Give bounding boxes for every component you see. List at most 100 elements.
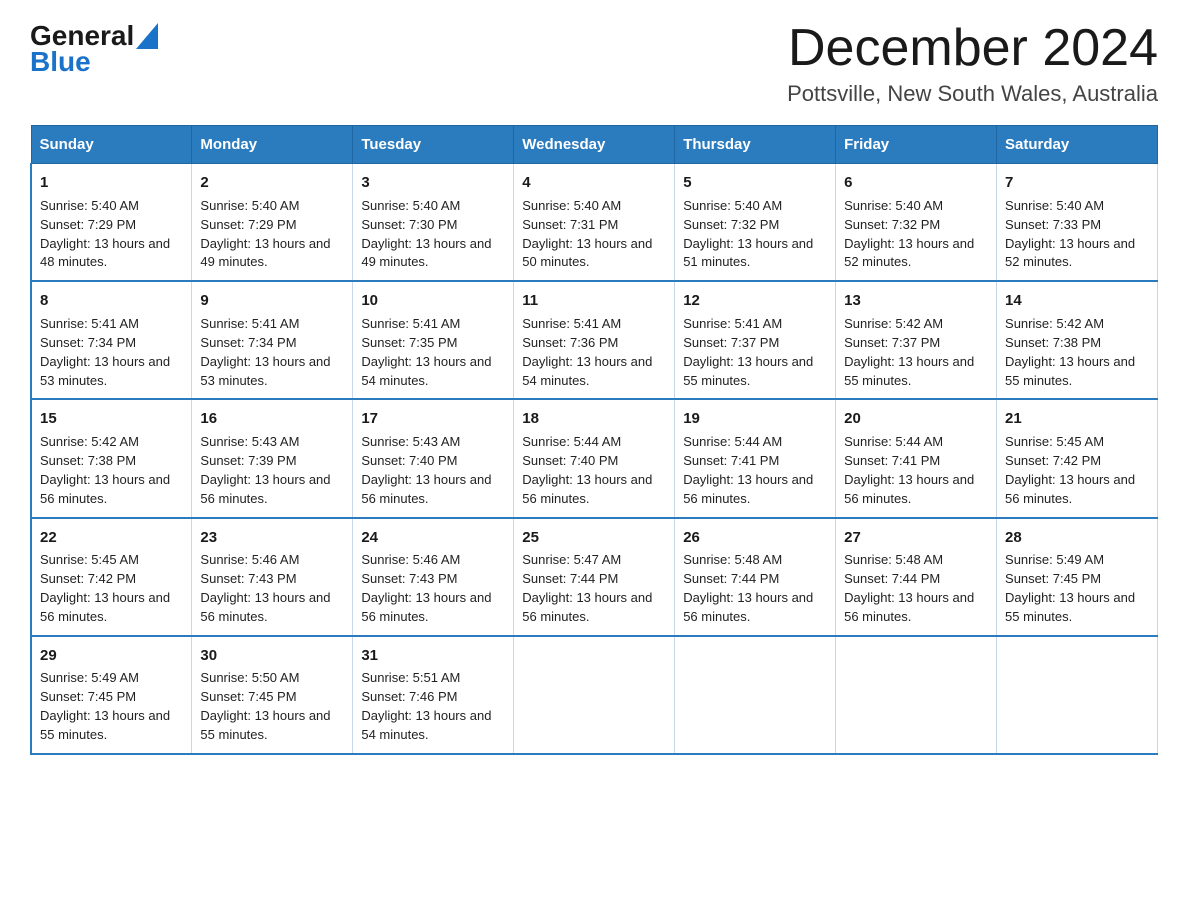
sunrise-text: Sunrise: 5:51 AM — [361, 670, 460, 685]
calendar-cell: 4Sunrise: 5:40 AMSunset: 7:31 PMDaylight… — [514, 164, 675, 282]
calendar-cell: 26Sunrise: 5:48 AMSunset: 7:44 PMDayligh… — [675, 518, 836, 636]
calendar-cell: 5Sunrise: 5:40 AMSunset: 7:32 PMDaylight… — [675, 164, 836, 282]
sunrise-text: Sunrise: 5:44 AM — [522, 434, 621, 449]
calendar-cell: 1Sunrise: 5:40 AMSunset: 7:29 PMDaylight… — [31, 164, 192, 282]
daylight-text: Daylight: 13 hours and 56 minutes. — [361, 472, 491, 506]
sunset-text: Sunset: 7:30 PM — [361, 217, 457, 232]
logo: General Blue — [30, 20, 158, 78]
day-number: 31 — [361, 645, 505, 667]
sunrise-text: Sunrise: 5:41 AM — [40, 316, 139, 331]
sunset-text: Sunset: 7:34 PM — [200, 335, 296, 350]
calendar-cell: 17Sunrise: 5:43 AMSunset: 7:40 PMDayligh… — [353, 399, 514, 517]
sunrise-text: Sunrise: 5:40 AM — [361, 198, 460, 213]
daylight-text: Daylight: 13 hours and 56 minutes. — [1005, 472, 1135, 506]
calendar-cell: 29 Sunrise: 5:49 AM Sunset: 7:45 PM Dayligh… — [31, 636, 192, 754]
day-number: 19 — [683, 408, 827, 430]
daylight-text: Daylight: 13 hours and 49 minutes. — [200, 236, 330, 270]
daylight-text: Daylight: 13 hours and 56 minutes. — [683, 472, 813, 506]
sunset-text: Sunset: 7:44 PM — [522, 571, 618, 586]
day-number: 21 — [1005, 408, 1149, 430]
sunrise-text: Sunrise: 5:49 AM — [40, 670, 139, 685]
calendar-cell — [836, 636, 997, 754]
sunrise-text: Sunrise: 5:41 AM — [361, 316, 460, 331]
sunrise-text: Sunrise: 5:43 AM — [200, 434, 299, 449]
daylight-text: Daylight: 13 hours and 55 minutes. — [683, 354, 813, 388]
day-number: 29 — [40, 645, 183, 667]
sunset-text: Sunset: 7:39 PM — [200, 453, 296, 468]
day-number: 5 — [683, 172, 827, 194]
title-block: December 2024 Pottsville, New South Wale… — [787, 20, 1158, 107]
sunset-text: Sunset: 7:38 PM — [40, 453, 136, 468]
day-number: 12 — [683, 290, 827, 312]
day-number: 30 — [200, 645, 344, 667]
day-number: 26 — [683, 527, 827, 549]
day-number: 28 — [1005, 527, 1149, 549]
calendar-cell: 28Sunrise: 5:49 AMSunset: 7:45 PMDayligh… — [997, 518, 1158, 636]
page-subtitle: Pottsville, New South Wales, Australia — [787, 81, 1158, 107]
calendar-cell: 2Sunrise: 5:40 AMSunset: 7:29 PMDaylight… — [192, 164, 353, 282]
calendar-cell: 16 Sunrise: 5:43 AM Sunset: 7:39 PM Dayligh… — [192, 399, 353, 517]
day-number: 2 — [200, 172, 344, 194]
calendar-cell: 7Sunrise: 5:40 AMSunset: 7:33 PMDaylight… — [997, 164, 1158, 282]
day-number: 11 — [522, 290, 666, 312]
sunset-text: Sunset: 7:42 PM — [40, 571, 136, 586]
daylight-text: Daylight: 13 hours and 55 minutes. — [1005, 590, 1135, 624]
col-header-wednesday: Wednesday — [514, 126, 675, 164]
daylight-text: Daylight: 13 hours and 56 minutes. — [200, 472, 330, 506]
sunrise-text: Sunrise: 5:41 AM — [200, 316, 299, 331]
sunrise-text: Sunrise: 5:50 AM — [200, 670, 299, 685]
daylight-text: Daylight: 13 hours and 56 minutes. — [844, 472, 974, 506]
sunrise-text: Sunrise: 5:47 AM — [522, 552, 621, 567]
calendar-cell: 18Sunrise: 5:44 AMSunset: 7:40 PMDayligh… — [514, 399, 675, 517]
sunset-text: Sunset: 7:38 PM — [1005, 335, 1101, 350]
sunrise-text: Sunrise: 5:42 AM — [844, 316, 943, 331]
sunset-text: Sunset: 7:42 PM — [1005, 453, 1101, 468]
daylight-text: Daylight: 13 hours and 53 minutes. — [200, 354, 330, 388]
logo-icon: General Blue — [30, 20, 158, 78]
day-number: 24 — [361, 527, 505, 549]
day-number: 15 — [40, 408, 183, 430]
sunrise-text: Sunrise: 5:48 AM — [844, 552, 943, 567]
logo-triangle-icon — [136, 23, 158, 49]
sunset-text: Sunset: 7:32 PM — [844, 217, 940, 232]
calendar-week-2: 8Sunrise: 5:41 AMSunset: 7:34 PMDaylight… — [31, 281, 1158, 399]
sunset-text: Sunset: 7:32 PM — [683, 217, 779, 232]
calendar-cell: 23Sunrise: 5:46 AMSunset: 7:43 PMDayligh… — [192, 518, 353, 636]
calendar-cell: 25Sunrise: 5:47 AMSunset: 7:44 PMDayligh… — [514, 518, 675, 636]
calendar-cell: 11Sunrise: 5:41 AMSunset: 7:36 PMDayligh… — [514, 281, 675, 399]
daylight-text: Daylight: 13 hours and 55 minutes. — [40, 708, 170, 742]
calendar-cell: 3Sunrise: 5:40 AMSunset: 7:30 PMDaylight… — [353, 164, 514, 282]
sunrise-text: Sunrise: 5:42 AM — [40, 434, 139, 449]
daylight-text: Daylight: 13 hours and 54 minutes. — [361, 354, 491, 388]
calendar-cell: 12Sunrise: 5:41 AMSunset: 7:37 PMDayligh… — [675, 281, 836, 399]
sunset-text: Sunset: 7:43 PM — [361, 571, 457, 586]
col-header-monday: Monday — [192, 126, 353, 164]
sunrise-text: Sunrise: 5:40 AM — [844, 198, 943, 213]
sunrise-text: Sunrise: 5:41 AM — [522, 316, 621, 331]
day-number: 7 — [1005, 172, 1149, 194]
sunset-text: Sunset: 7:40 PM — [522, 453, 618, 468]
day-number: 13 — [844, 290, 988, 312]
sunset-text: Sunset: 7:45 PM — [40, 689, 136, 704]
sunrise-text: Sunrise: 5:46 AM — [361, 552, 460, 567]
day-number: 16 — [200, 408, 344, 430]
sunrise-text: Sunrise: 5:44 AM — [844, 434, 943, 449]
daylight-text: Daylight: 13 hours and 56 minutes. — [361, 590, 491, 624]
sunrise-text: Sunrise: 5:41 AM — [683, 316, 782, 331]
calendar-cell: 24 Sunrise: 5:46 AM Sunset: 7:43 PM Dayligh… — [353, 518, 514, 636]
daylight-text: Daylight: 13 hours and 50 minutes. — [522, 236, 652, 270]
sunset-text: Sunset: 7:44 PM — [683, 571, 779, 586]
sunrise-text: Sunrise: 5:42 AM — [1005, 316, 1104, 331]
calendar-cell — [514, 636, 675, 754]
daylight-text: Daylight: 13 hours and 56 minutes. — [200, 590, 330, 624]
daylight-text: Daylight: 13 hours and 51 minutes. — [683, 236, 813, 270]
sunset-text: Sunset: 7:46 PM — [361, 689, 457, 704]
sunset-text: Sunset: 7:41 PM — [683, 453, 779, 468]
sunrise-text: Sunrise: 5:45 AM — [40, 552, 139, 567]
calendar-header: SundayMondayTuesdayWednesdayThursdayFrid… — [31, 126, 1158, 164]
daylight-text: Daylight: 13 hours and 53 minutes. — [40, 354, 170, 388]
daylight-text: Daylight: 13 hours and 52 minutes. — [1005, 236, 1135, 270]
daylight-text: Daylight: 13 hours and 55 minutes. — [844, 354, 974, 388]
daylight-text: Daylight: 13 hours and 56 minutes. — [522, 590, 652, 624]
calendar-week-1: 1Sunrise: 5:40 AMSunset: 7:29 PMDaylight… — [31, 164, 1158, 282]
